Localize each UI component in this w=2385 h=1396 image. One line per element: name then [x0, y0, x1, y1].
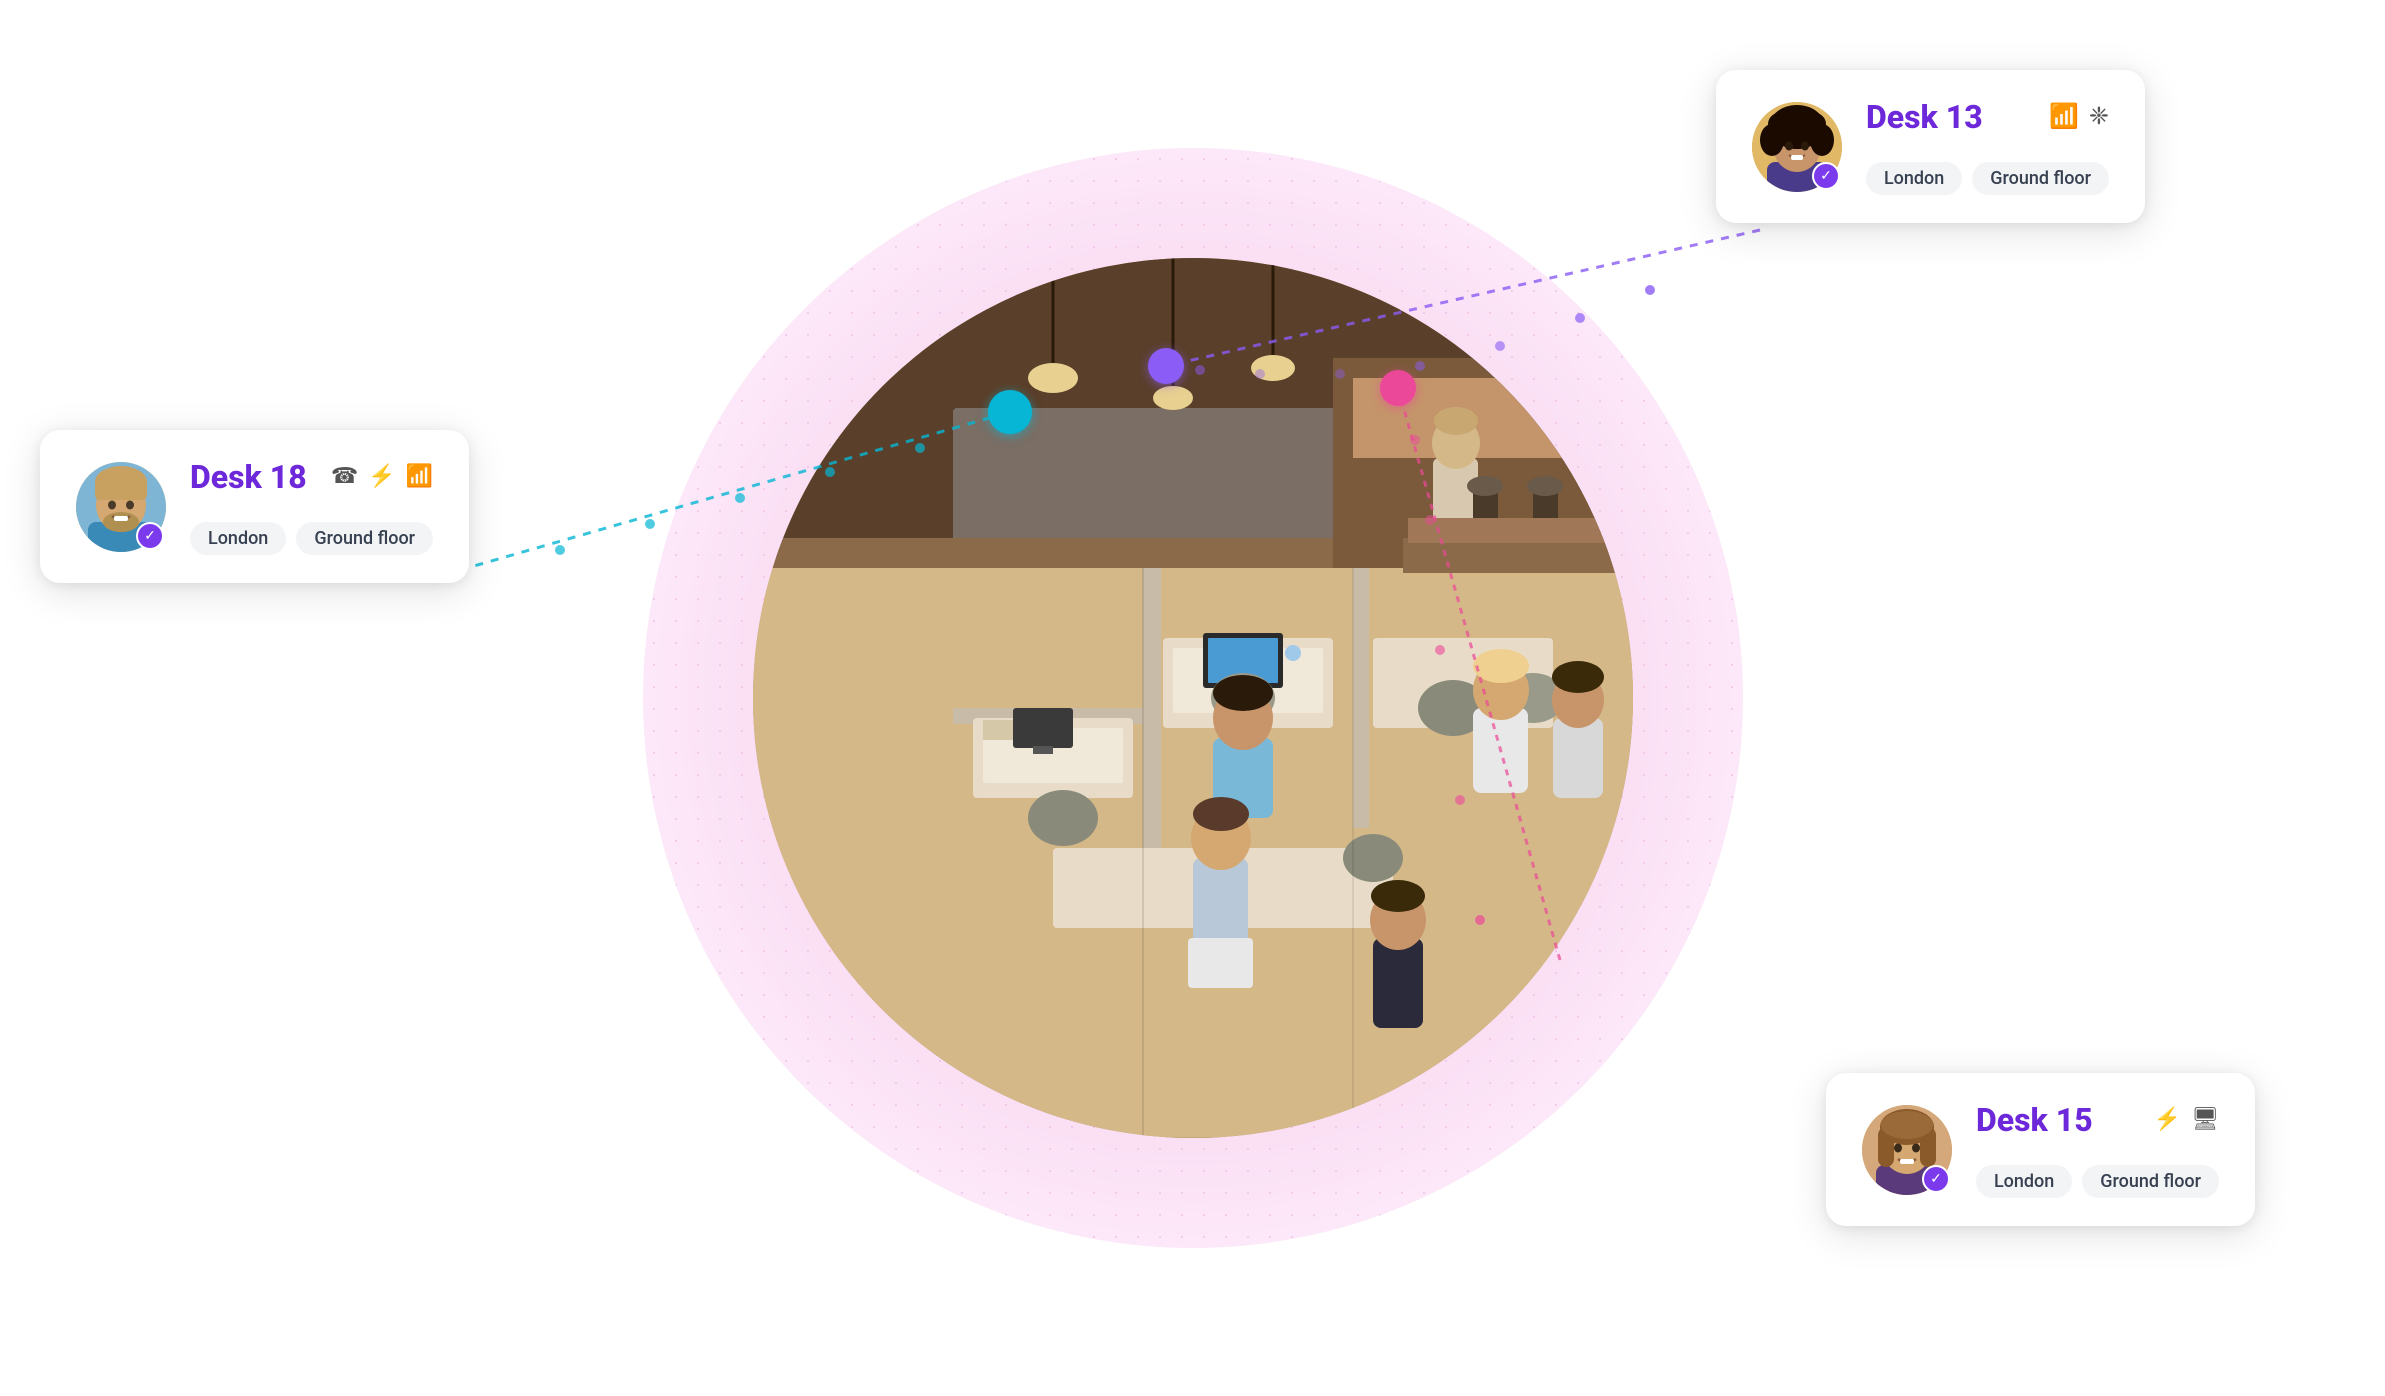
desk-18-floor-tag: Ground floor [296, 522, 433, 555]
purple-dot [1148, 348, 1184, 384]
monitor-icon: 🖥 [2191, 1107, 2219, 1132]
desk-13-check: ✓ [1812, 162, 1840, 190]
desk-18-check: ✓ [136, 522, 164, 550]
cyan-dot [988, 390, 1032, 434]
wifi-icon: 📶 [2049, 102, 2079, 130]
desk-18-icons: ☎ ⚡ 📶 [331, 464, 433, 489]
phone-icon: ☎ [331, 464, 358, 489]
desk-15-avatar-wrapper: ✓ [1862, 1105, 1952, 1195]
desk-13-info: Desk 13 📶 ❈ London Ground floor [1866, 98, 2109, 195]
desk-13-avatar-wrapper: ✓ [1752, 102, 1842, 192]
desk-18-card: ✓ Desk 18 ☎ ⚡ 📶 London Ground floor [40, 430, 469, 583]
plug-icon2: ⚡ [2154, 1107, 2181, 1132]
desk-15-location-tag: London [1976, 1165, 2072, 1198]
wifi-icon2: 📶 [406, 464, 433, 489]
desk-13-tags: London Ground floor [1866, 162, 2109, 195]
desk-18-avatar-wrapper: ✓ [76, 462, 166, 552]
desk-15-info: Desk 15 ⚡ 🖥 London Ground floor [1976, 1101, 2219, 1198]
desk-18-info: Desk 18 ☎ ⚡ 📶 London Ground floor [190, 458, 433, 555]
desk-15-floor-tag: Ground floor [2082, 1165, 2219, 1198]
desk-18-tags: London Ground floor [190, 522, 433, 555]
desk-15-icons: ⚡ 🖥 [2154, 1107, 2219, 1132]
desk-18-title: Desk 18 [190, 458, 307, 496]
cursor-icon: ❈ [2089, 102, 2109, 130]
desk-13-floor-tag: Ground floor [1972, 162, 2109, 195]
desk-13-icons: 📶 ❈ [2049, 102, 2109, 130]
pink-dot [1380, 370, 1416, 406]
desk-15-check: ✓ [1922, 1165, 1950, 1193]
plug-icon: ⚡ [368, 464, 395, 489]
desk-15-card: ✓ Desk 15 ⚡ 🖥 London Ground floor [1826, 1073, 2255, 1226]
desk-18-location-tag: London [190, 522, 286, 555]
office-photo [753, 258, 1633, 1138]
desk-13-title: Desk 13 [1866, 98, 1983, 136]
desk-15-title: Desk 15 [1976, 1101, 2093, 1139]
desk-13-location-tag: London [1866, 162, 1962, 195]
desk-15-tags: London Ground floor [1976, 1165, 2219, 1198]
desk-13-card: ✓ Desk 13 📶 ❈ London Ground floor [1716, 70, 2145, 223]
